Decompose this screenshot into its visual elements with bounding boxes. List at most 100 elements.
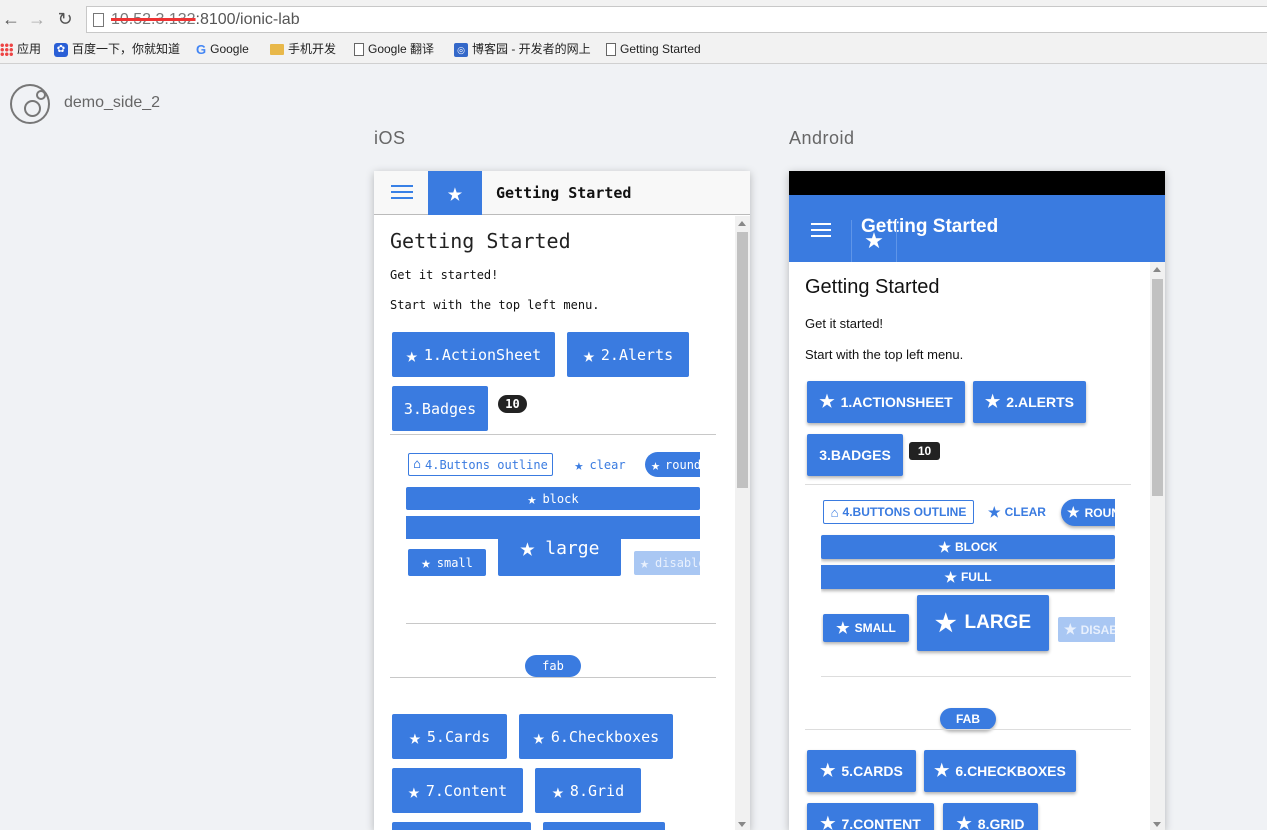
button-label: SMALL bbox=[854, 621, 896, 635]
button-label: 1.ActionSheet bbox=[423, 345, 542, 364]
button-label: 1.ACTIONSHEET bbox=[840, 394, 953, 410]
button-label: 6.Checkboxes bbox=[550, 727, 660, 746]
star-icon: ★ bbox=[820, 761, 836, 780]
next-button-partial[interactable] bbox=[392, 822, 531, 830]
outline-button[interactable]: ⌂ 4.BUTTONS OUTLINE bbox=[823, 500, 974, 524]
scrollbar-thumb[interactable] bbox=[1152, 279, 1163, 496]
star-icon: ★ bbox=[836, 620, 850, 637]
button-label: 8.GRID bbox=[977, 816, 1025, 830]
bookmark-label: Google 翻译 bbox=[368, 42, 435, 56]
divider bbox=[406, 623, 716, 624]
bookmark-google-translate[interactable]: Google 翻译 bbox=[354, 38, 434, 60]
bookmark-baidu[interactable]: ✿ 百度一下，你就知道 bbox=[54, 38, 180, 60]
content-button[interactable]: ★ 7.Content bbox=[392, 768, 523, 813]
button-label: FULL bbox=[960, 570, 992, 584]
alerts-button[interactable]: ★ 2.ALERTS bbox=[973, 381, 1086, 423]
bookmark-mobile-dev[interactable]: 手机开发 bbox=[270, 38, 336, 60]
bookmark-google[interactable]: G Google bbox=[196, 38, 249, 60]
lab-project-title: demo_side_2 bbox=[64, 94, 161, 111]
star-icon: ★ bbox=[944, 568, 957, 585]
star-icon[interactable]: ★ bbox=[851, 220, 897, 262]
back-icon[interactable]: ← bbox=[0, 8, 22, 30]
button-label: 6.CHECKBOXES bbox=[955, 763, 1066, 779]
outline-button[interactable]: ⌂ 4.Buttons outline bbox=[408, 453, 553, 476]
checkboxes-button[interactable]: ★ 6.Checkboxes bbox=[519, 714, 673, 759]
badge-count: 10 bbox=[498, 395, 527, 413]
large-button[interactable]: ★ LARGE bbox=[917, 595, 1049, 651]
address-bar[interactable]: 10.52.3.132:8100/ionic-lab bbox=[86, 6, 1267, 33]
block-button[interactable]: ★ BLOCK bbox=[821, 535, 1115, 559]
cards-button[interactable]: ★ 5.CARDS bbox=[807, 750, 916, 792]
block-button[interactable]: ★ block bbox=[406, 487, 700, 510]
instruction-text: Start with the top left menu. bbox=[805, 347, 964, 362]
button-label: CLEAR bbox=[1004, 505, 1046, 519]
bookmark-apps[interactable]: 应用 bbox=[0, 38, 41, 60]
star-icon: ★ bbox=[407, 778, 420, 803]
scroll-down-arrow-icon[interactable] bbox=[1153, 822, 1161, 827]
button-label: 7.CONTENT bbox=[841, 816, 921, 830]
android-content: Getting Started Get it started! Start wi… bbox=[789, 262, 1150, 830]
content-button[interactable]: ★ 7.CONTENT bbox=[807, 803, 934, 830]
actionsheet-button[interactable]: ★ 1.ACTIONSHEET bbox=[807, 381, 965, 423]
menu-icon[interactable] bbox=[391, 185, 413, 201]
star-icon: ★ bbox=[408, 724, 421, 749]
star-icon: ★ bbox=[819, 392, 835, 411]
alerts-button[interactable]: ★ 2.Alerts bbox=[567, 332, 689, 377]
star-icon: ★ bbox=[582, 342, 595, 367]
forward-icon[interactable]: → bbox=[26, 8, 48, 30]
grid-button[interactable]: ★ 8.Grid bbox=[535, 768, 641, 813]
fab-button[interactable]: fab bbox=[525, 655, 581, 677]
star-icon: ★ bbox=[1064, 621, 1077, 637]
divider bbox=[821, 676, 1131, 677]
cnblogs-icon: ◎ bbox=[454, 42, 468, 57]
round-button[interactable]: ★ ROUND bbox=[1061, 499, 1115, 526]
scrollbar[interactable] bbox=[1150, 262, 1165, 830]
bookmark-cnblogs[interactable]: ◎ 博客园 - 开发者的网上 bbox=[454, 38, 591, 60]
page-heading: Getting Started bbox=[390, 229, 571, 253]
small-button[interactable]: ★ SMALL bbox=[823, 614, 909, 642]
bookmark-label: 博客园 - 开发者的网上 bbox=[472, 42, 591, 56]
star-icon[interactable]: ★ bbox=[428, 171, 482, 215]
badges-button[interactable]: 3.Badges bbox=[392, 386, 488, 431]
large-button[interactable]: ★ large bbox=[498, 520, 621, 576]
next-button-partial[interactable] bbox=[543, 822, 665, 830]
button-label: clear bbox=[589, 457, 626, 472]
intro-text: Get it started! bbox=[805, 316, 884, 331]
checkboxes-button[interactable]: ★ 6.CHECKBOXES bbox=[924, 750, 1076, 792]
button-label: ROUND bbox=[1084, 505, 1115, 520]
disabled-button: ★ disabled bbox=[634, 551, 700, 575]
grid-button[interactable]: ★ 8.GRID bbox=[943, 803, 1038, 830]
star-icon: ★ bbox=[640, 554, 650, 572]
star-icon: ★ bbox=[532, 724, 545, 749]
reload-icon[interactable]: ↻ bbox=[54, 8, 76, 30]
button-label: 3.Badges bbox=[403, 399, 477, 418]
button-label: 7.Content bbox=[425, 781, 508, 800]
divider bbox=[390, 434, 716, 435]
button-label: DISABLED bbox=[1080, 622, 1115, 637]
scrollbar[interactable] bbox=[735, 216, 750, 830]
small-button[interactable]: ★ small bbox=[408, 549, 486, 576]
bookmark-label: 百度一下，你就知道 bbox=[72, 42, 181, 56]
bookmark-label: 手机开发 bbox=[288, 42, 337, 56]
scrollbar-thumb[interactable] bbox=[737, 232, 748, 488]
button-label: 5.Cards bbox=[426, 727, 491, 746]
scroll-down-arrow-icon[interactable] bbox=[738, 822, 746, 827]
full-button[interactable]: ★ FULL bbox=[821, 565, 1115, 589]
buttons-demo-area: ⌂4.BUTTONS OUTLINE ★CLEAR ★ROUND ★BLOCK … bbox=[821, 494, 1115, 664]
round-button[interactable]: ★ round bbox=[645, 452, 700, 477]
actionsheet-button[interactable]: ★ 1.ActionSheet bbox=[392, 332, 555, 377]
clear-button[interactable]: ★ clear bbox=[568, 453, 632, 476]
ios-toolbar: ★ Getting Started bbox=[374, 171, 750, 215]
button-label: LARGE bbox=[964, 612, 1032, 633]
fab-button[interactable]: FAB bbox=[940, 708, 996, 730]
bookmark-getting-started[interactable]: Getting Started bbox=[606, 38, 701, 60]
ios-content: Getting Started Get it started! Start wi… bbox=[374, 215, 735, 830]
scroll-up-arrow-icon[interactable] bbox=[1153, 267, 1161, 272]
scroll-up-arrow-icon[interactable] bbox=[738, 221, 746, 226]
badges-button[interactable]: 3.BADGES bbox=[807, 434, 903, 476]
cards-button[interactable]: ★ 5.Cards bbox=[392, 714, 507, 759]
clear-button[interactable]: ★ CLEAR bbox=[985, 500, 1049, 524]
button-label: 4.Buttons outline bbox=[425, 457, 548, 472]
button-label: round bbox=[665, 457, 700, 472]
menu-icon[interactable] bbox=[811, 223, 831, 237]
